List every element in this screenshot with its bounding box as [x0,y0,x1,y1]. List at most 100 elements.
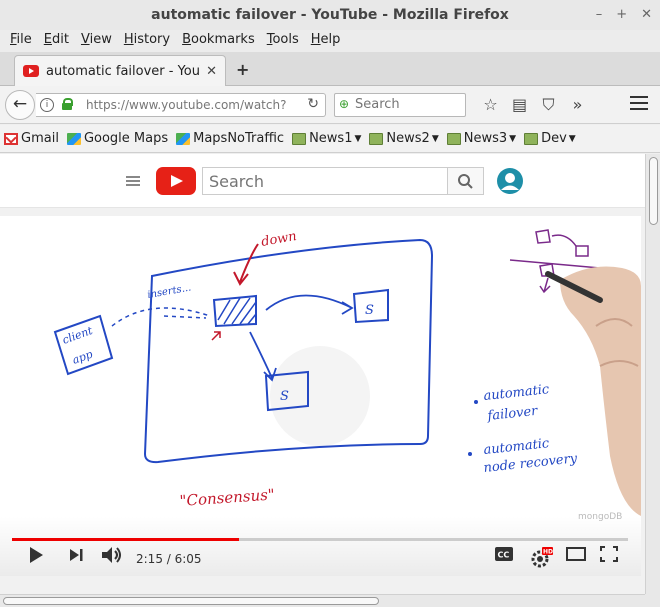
search-input[interactable] [355,97,459,112]
lock-icon [62,98,73,110]
title-bar: automatic failover - YouTube - Mozilla F… [0,0,660,30]
menu-bookmarks[interactable]: Bookmarks [176,30,261,52]
progress-bar[interactable] [12,538,628,541]
menu-bar: File Edit View History Bookmarks Tools H… [0,30,660,52]
bookmark-folder-news3[interactable]: News3 ▼ [446,131,517,146]
url-bar[interactable]: i https://www.youtube.com/watch? ↻ [36,93,326,117]
folder-icon [524,132,539,145]
avatar[interactable] [496,167,524,195]
url-text[interactable]: https://www.youtube.com/watch? [86,98,286,112]
menu-file[interactable]: File [4,30,38,52]
gmail-icon [4,132,18,145]
settings-gear-icon[interactable]: HD [530,546,554,568]
page-content: client app inserts... down [0,154,645,594]
reload-icon[interactable]: ↻ [307,96,319,112]
chevron-down-icon: ▼ [431,133,439,144]
maps-icon [66,132,81,145]
next-icon[interactable] [68,546,84,564]
scrollbar-corner [645,594,660,607]
new-tab-button[interactable]: + [236,60,249,79]
chevron-down-icon: ▼ [354,133,362,144]
pocket-icon[interactable]: ⛉ [534,94,563,116]
maps-icon [176,132,191,145]
menu-view[interactable]: View [75,30,118,52]
search-engine-icon[interactable]: ⊕ [339,97,349,111]
search-icon [458,174,473,189]
volume-icon[interactable] [100,546,124,564]
guide-menu-icon[interactable] [126,176,140,186]
tab-title: automatic failover - YouT [46,63,201,79]
fullscreen-icon[interactable] [600,546,618,562]
youtube-favicon-icon [23,65,39,77]
chevron-down-icon: ▼ [568,133,576,144]
folder-icon [292,132,307,145]
bullet1-line1: automatic [483,382,551,404]
bookmark-gmail[interactable]: Gmail [4,131,59,146]
vertical-scrollbar[interactable] [645,154,660,594]
video-player[interactable]: client app inserts... down S S automatic… [0,216,641,576]
window-title: automatic failover - YouTube - Mozilla F… [151,7,509,23]
overflow-icon[interactable]: » [563,94,592,116]
svg-text:CC: CC [498,551,510,560]
youtube-logo[interactable] [156,167,196,195]
horizontal-scrollbar[interactable] [0,594,645,607]
small-red-mark [211,331,221,341]
folder-icon [446,132,461,145]
search-bar[interactable]: ⊕ [334,93,466,117]
bullet-dot-1 [474,400,478,404]
time-display: 2:15 / 6:05 [136,552,202,566]
svg-text:HD: HD [543,549,553,556]
window-controls: – + ✕ [596,0,652,30]
bookmarks-bar: Gmail Google Maps MapsNoTraffic News1 ▼ N… [0,125,660,153]
youtube-search-input[interactable] [203,168,447,194]
tab-youtube[interactable]: automatic failover - YouT ✕ [14,55,226,86]
menu-history[interactable]: History [118,30,176,52]
bookmark-folder-dev[interactable]: Dev ▼ [524,131,576,146]
down-arrow [233,243,259,286]
secondary-2-label: S [280,389,289,404]
arrow-to-secondary-2 [249,331,277,382]
menu-edit[interactable]: Edit [38,30,75,52]
vertical-scroll-thumb[interactable] [649,157,658,225]
presenter-hand [545,266,641,516]
youtube-search-box[interactable] [202,167,448,195]
bookmark-folder-news1[interactable]: News1 ▼ [292,131,361,146]
theater-mode-icon[interactable] [566,546,586,562]
bullet-dot-2 [468,452,472,456]
bookmark-folder-news2[interactable]: News2 ▼ [369,131,439,146]
toolbar-icons: ☆ ▤ ⛉ » [476,94,592,116]
player-controls: 2:15 / 6:05 CC HD [0,546,641,576]
site-info-icon[interactable]: i [40,98,54,112]
back-button[interactable]: ← [5,90,35,120]
chevron-down-icon: ▼ [509,133,517,144]
hamburger-menu-icon[interactable] [630,96,648,110]
arrow-to-secondary-1 [265,294,354,315]
youtube-header [0,154,645,208]
progress-played [12,538,240,541]
menu-help[interactable]: Help [305,30,347,52]
inserts-label: inserts... [147,282,192,301]
tab-close-icon[interactable]: ✕ [206,64,217,79]
menu-tools[interactable]: Tools [261,30,305,52]
captions-icon[interactable]: CC [494,546,514,562]
bullet1-line2: failover [486,404,539,424]
play-icon[interactable] [28,546,44,564]
bookmark-google-maps[interactable]: Google Maps [66,131,168,146]
firefox-window: automatic failover - YouTube - Mozilla F… [0,0,660,607]
down-label: down [260,229,298,250]
primary-node-hatched [212,294,257,328]
dashed-arrow-to-primary [163,315,207,319]
folder-icon [369,132,384,145]
secondary-1-label: S [365,303,374,318]
maximize-button[interactable]: + [616,0,627,30]
app-label: app [71,348,95,367]
star-icon[interactable]: ☆ [476,94,505,116]
minimize-button[interactable]: – [596,0,603,30]
consensus-label: "Consensus" [179,485,275,510]
inserts-dashed-arrow [111,307,211,327]
close-window-button[interactable]: ✕ [641,0,652,30]
youtube-search-button[interactable] [448,167,484,195]
bookmark-mapsnotraffic[interactable]: MapsNoTraffic [176,131,284,146]
horizontal-scroll-thumb[interactable] [3,597,379,605]
reading-list-icon[interactable]: ▤ [505,94,534,116]
